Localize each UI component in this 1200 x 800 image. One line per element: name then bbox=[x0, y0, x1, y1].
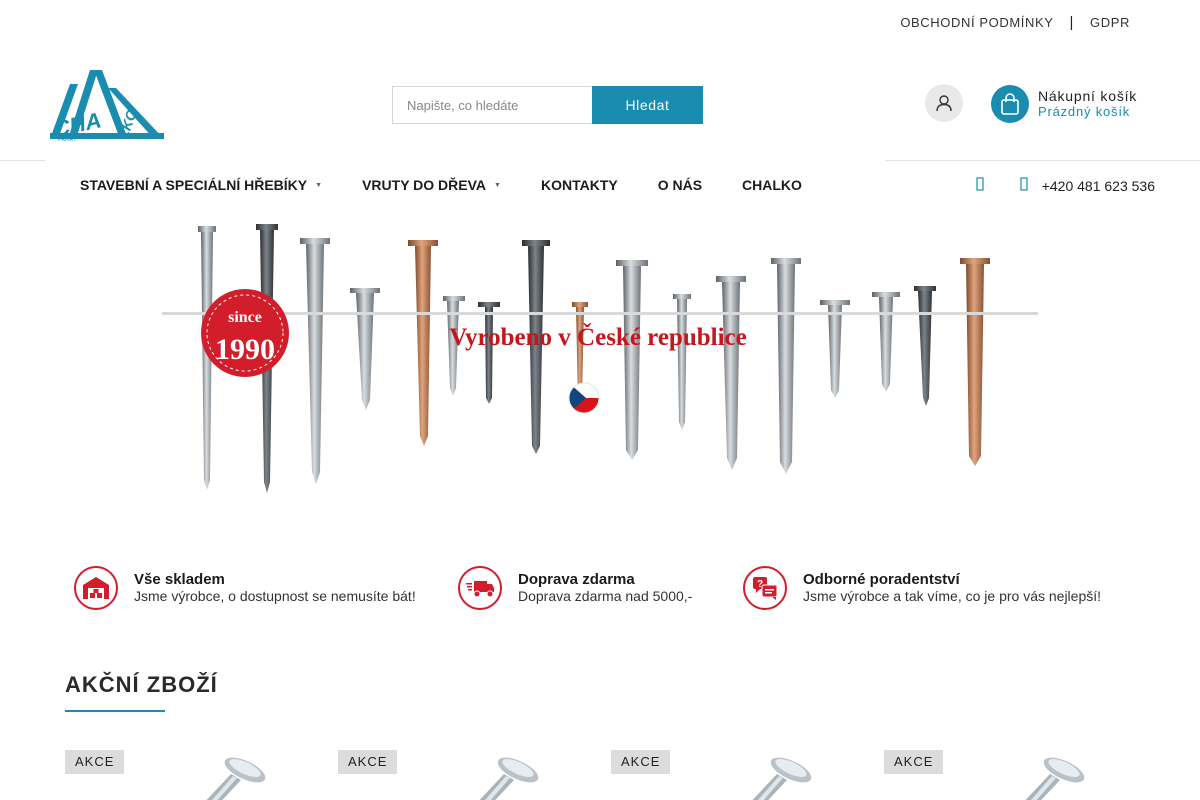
nav-item-label: O NÁS bbox=[657, 177, 703, 193]
top-links-separator: | bbox=[1069, 14, 1075, 31]
nav-item-kontakty[interactable]: KONTAKTY bbox=[541, 177, 618, 193]
main-nav: STAVEBNÍ A SPECIÁLNÍ HŘEBÍKY ▼ VRUTY DO … bbox=[80, 177, 842, 193]
sale-badge: AKCE bbox=[65, 750, 125, 774]
chevron-down-icon: ▼ bbox=[315, 181, 323, 189]
since-text: since bbox=[228, 309, 262, 326]
czech-flag-icon bbox=[568, 382, 600, 414]
phone-number-link[interactable]: +420 481 623 536 bbox=[1042, 178, 1155, 194]
banner-headline: Vyrobeno v České republice bbox=[449, 322, 746, 351]
nav-item-vruty[interactable]: VRUTY DO DŘEVA ▼ bbox=[362, 177, 501, 193]
cart-button[interactable]: Nákupní košík Prázdný košík bbox=[991, 85, 1137, 123]
nav-divider-gap bbox=[45, 160, 885, 161]
chalko-logo[interactable]: CHA LKO PŘÍKRY bbox=[48, 66, 166, 143]
feature-text: Odborné poradentství Jsme výrobce a tak … bbox=[803, 571, 1101, 605]
phone-icon bbox=[1020, 177, 1028, 195]
product-image bbox=[752, 757, 812, 800]
search-button[interactable]: Hledat bbox=[592, 86, 703, 124]
email-icon[interactable] bbox=[976, 177, 984, 195]
feature-desc: Jsme výrobce a tak víme, co je pro vás n… bbox=[803, 588, 1102, 604]
feature-text: Vše skladem Jsme výrobce, o dostupnost s… bbox=[134, 571, 416, 605]
chevron-down-icon: ▼ bbox=[494, 181, 501, 189]
search-input[interactable] bbox=[392, 86, 592, 124]
feature-title: Vše skladem bbox=[134, 571, 225, 588]
nav-item-label: KONTAKTY bbox=[540, 177, 618, 193]
nav-item-label: STAVEBNÍ A SPECIÁLNÍ HŘEBÍKY bbox=[80, 177, 308, 193]
feature-title: Doprava zdarma bbox=[518, 571, 635, 588]
cart-status: Prázdný košík bbox=[1038, 104, 1131, 119]
product-image bbox=[479, 757, 539, 800]
since-badge: since 1990 bbox=[201, 289, 289, 377]
delivery-truck-icon bbox=[458, 566, 502, 610]
nail-row bbox=[198, 224, 990, 493]
feature-text: Doprava zdarma Doprava zdarma nad 5000,- bbox=[518, 571, 692, 605]
sale-badge: AKCE bbox=[884, 750, 944, 774]
sale-badge: AKCE bbox=[338, 750, 398, 774]
feature-expert-advice: ? Odborné poradentství Jsme výrobce a ta… bbox=[743, 566, 1101, 610]
top-links: OBCHODNÍ PODMÍNKY | GDPR bbox=[900, 14, 1130, 31]
advice-chat-icon: ? bbox=[743, 566, 787, 610]
shopping-bag-icon bbox=[991, 85, 1029, 123]
feature-in-stock: Vše skladem Jsme výrobce, o dostupnost s… bbox=[74, 566, 416, 610]
warehouse-icon bbox=[74, 566, 118, 610]
product-card[interactable]: AKCE bbox=[338, 750, 588, 800]
product-card[interactable]: AKCE bbox=[611, 750, 861, 800]
product-card[interactable]: AKCE bbox=[884, 750, 1134, 800]
nails-banner-image: since 1990 Vyrobeno v České republice bbox=[162, 224, 1038, 493]
nav-item-chalko[interactable]: CHALKO bbox=[742, 177, 802, 193]
account-button[interactable] bbox=[925, 84, 963, 122]
cart-title: Nákupní košík bbox=[1038, 88, 1138, 104]
nav-item-o-nas[interactable]: O NÁS bbox=[658, 177, 702, 193]
section-title: AKČNÍ ZBOŽÍ bbox=[65, 672, 218, 697]
feature-free-delivery: Doprava zdarma Doprava zdarma nad 5000,- bbox=[458, 566, 692, 610]
feature-title: Odborné poradentství bbox=[803, 571, 960, 588]
logo-subtext: PŘÍKRY bbox=[58, 135, 77, 142]
nav-item-hrebiky[interactable]: STAVEBNÍ A SPECIÁLNÍ HŘEBÍKY ▼ bbox=[80, 177, 322, 193]
sale-badge: AKCE bbox=[611, 750, 671, 774]
nav-item-label: VRUTY DO DŘEVA bbox=[362, 177, 487, 193]
feature-desc: Jsme výrobce, o dostupnost se nemusíte b… bbox=[134, 588, 416, 604]
features-bar: Vše skladem Jsme výrobce, o dostupnost s… bbox=[74, 566, 1134, 612]
banner-line bbox=[162, 312, 1038, 315]
product-image bbox=[1025, 757, 1085, 800]
since-year: 1990 bbox=[215, 333, 275, 366]
feature-desc: Doprava zdarma nad 5000,- bbox=[518, 588, 693, 604]
product-image bbox=[206, 757, 266, 800]
product-card[interactable]: AKCE bbox=[65, 750, 315, 800]
user-icon bbox=[936, 95, 952, 112]
nav-contact: +420 481 623 536 bbox=[976, 177, 1155, 195]
nav-item-label: CHALKO bbox=[742, 177, 802, 193]
hero-banner[interactable]: since 1990 Vyrobeno v České republice bbox=[160, 218, 1040, 498]
terms-link[interactable]: OBCHODNÍ PODMÍNKY bbox=[900, 15, 1053, 30]
gdpr-link[interactable]: GDPR bbox=[1090, 15, 1130, 30]
section-underline bbox=[65, 710, 165, 712]
cart-text: Nákupní košík Prázdný košík bbox=[1038, 88, 1137, 120]
search-form: Hledat bbox=[392, 86, 703, 124]
